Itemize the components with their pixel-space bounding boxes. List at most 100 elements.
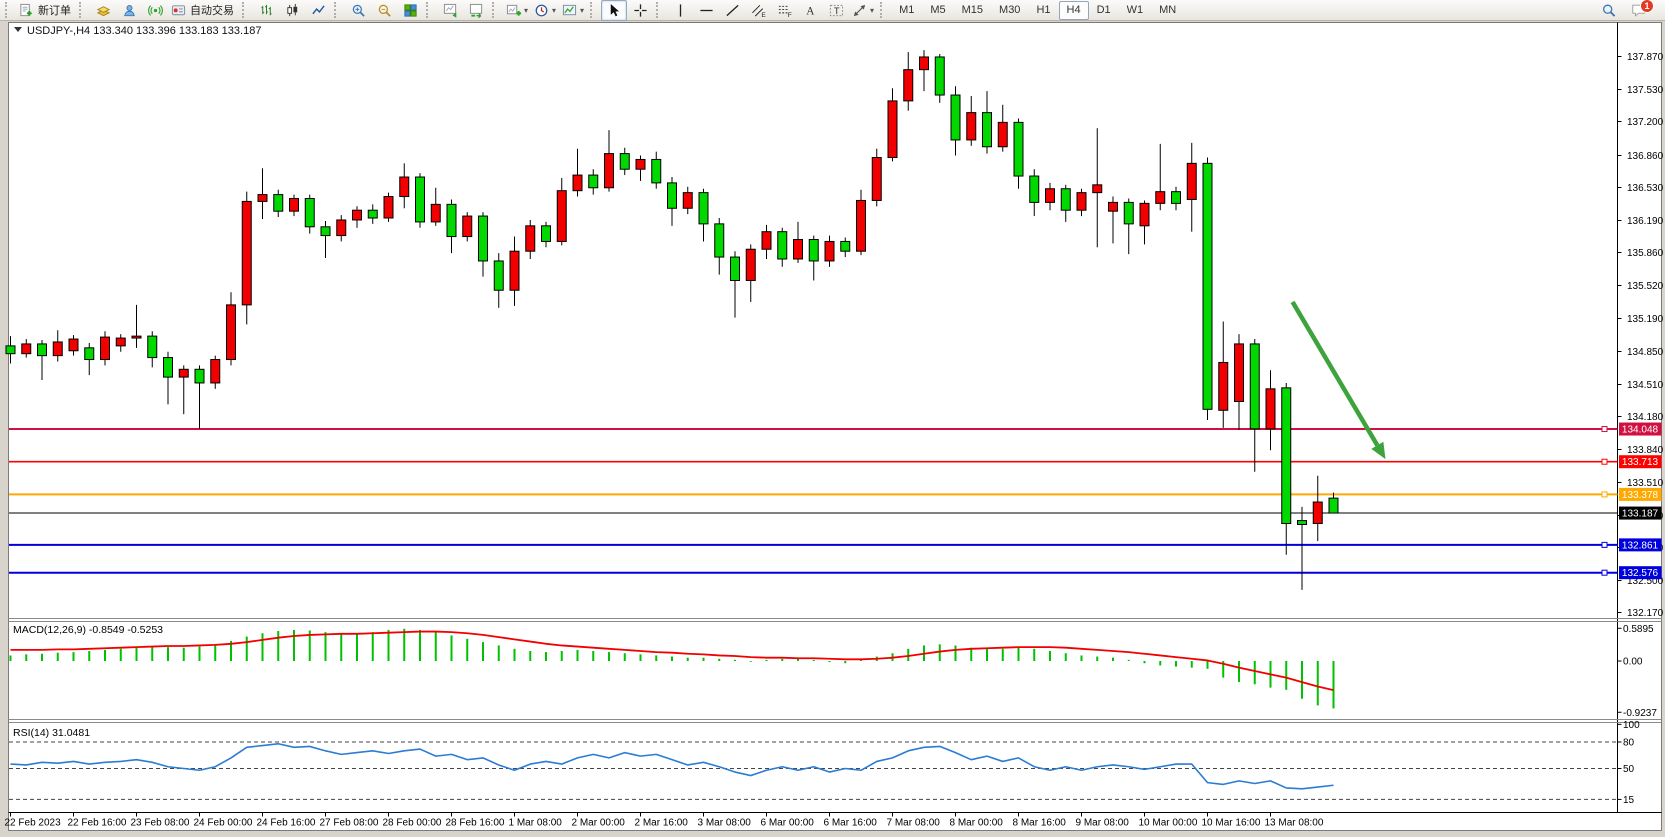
signals-button[interactable] [142, 0, 168, 21]
price-axis-label: 137.530 [1627, 85, 1664, 96]
time-axis-label: 7 Mar 08:00 [887, 818, 941, 829]
line-handle[interactable] [1602, 492, 1607, 497]
zoom-in-button[interactable] [345, 0, 371, 21]
timeframe-m30-button[interactable]: M30 [991, 1, 1028, 20]
price-line-label: 132.861 [1619, 538, 1662, 551]
line-handle[interactable] [1602, 459, 1607, 464]
vertical-line-button[interactable] [667, 0, 693, 21]
search-icon[interactable] [1601, 3, 1617, 18]
auto-scroll-button[interactable] [437, 0, 463, 21]
channel-button[interactable]: E [745, 0, 771, 21]
timeframe-h1-button[interactable]: H1 [1028, 1, 1058, 20]
cursor-icon [607, 3, 622, 18]
candle-body [195, 369, 204, 383]
line-handle[interactable] [1602, 427, 1607, 432]
auto-trading-button[interactable]: 自动交易 [168, 0, 239, 21]
candle-body [148, 336, 157, 357]
candle-body [715, 224, 724, 257]
candle-body [794, 239, 803, 259]
candle-body [683, 193, 692, 209]
label-button[interactable]: T [823, 0, 849, 21]
candle-body [101, 337, 110, 359]
new-order-button[interactable]: 新订单 [16, 0, 76, 21]
cursor-button[interactable] [601, 0, 627, 21]
candle-body [6, 346, 15, 354]
vline-icon [673, 3, 688, 18]
timeframe-h4-button[interactable]: H4 [1059, 1, 1089, 20]
chevron-down-icon: ▾ [870, 6, 874, 15]
tile-windows-button[interactable] [397, 0, 423, 21]
hline-icon [699, 3, 714, 18]
line-handle[interactable] [1602, 542, 1607, 547]
svg-text:F: F [787, 12, 791, 18]
macd-axis-label: 0.00 [1623, 657, 1643, 668]
candle-body [242, 201, 251, 304]
price-axis-label: 133.510 [1627, 478, 1664, 489]
blue-person-icon [122, 3, 137, 18]
price-axis-label: 132.170 [1627, 608, 1664, 619]
candle-body [116, 338, 125, 346]
price-axis-label: 137.200 [1627, 117, 1664, 128]
rsi-axis-label: 15 [1623, 795, 1635, 806]
candle-body [416, 177, 425, 222]
chart-shift-button[interactable] [463, 0, 489, 21]
price-axis-label: 134.850 [1627, 347, 1664, 358]
price-axis-label: 136.860 [1627, 151, 1664, 162]
trendline-button[interactable] [719, 0, 745, 21]
arrows-icon [852, 3, 867, 18]
candle-body [841, 241, 850, 251]
text-button[interactable]: A [797, 0, 823, 21]
fibonacci-button[interactable]: F [771, 0, 797, 21]
time-axis-label: 24 Feb 00:00 [194, 818, 253, 829]
rsi-indicator-label: RSI(14) 31.0481 [13, 727, 90, 739]
notifications-icon[interactable]: 1 [1631, 3, 1647, 18]
candle-body [85, 348, 94, 360]
arrows-button[interactable]: ▾ [849, 0, 877, 21]
new-chart-button[interactable]: ▾ [503, 0, 531, 21]
template-icon [562, 3, 577, 18]
template-button[interactable]: ▾ [559, 0, 587, 21]
chart-area: 137.870137.530137.200136.860136.530136.1… [0, 0, 1665, 837]
macd-indicator-label: MACD(12,26,9) -0.8549 -0.5253 [13, 624, 163, 636]
candle-body [431, 204, 440, 222]
horizontal-line-button[interactable] [693, 0, 719, 21]
candle-body [668, 183, 677, 208]
timeframe-mn-button[interactable]: MN [1151, 1, 1184, 20]
svg-text:134.048: 134.048 [1622, 425, 1659, 436]
toolbar-separator [334, 2, 342, 18]
toolbar-separator [5, 2, 13, 18]
time-axis-label: 6 Mar 00:00 [761, 818, 815, 829]
crosshair-button[interactable] [627, 0, 653, 21]
chart-line-button[interactable] [305, 0, 331, 21]
candle-body [494, 261, 503, 290]
timeframe-w1-button[interactable]: W1 [1119, 1, 1152, 20]
time-axis-label: 2 Mar 00:00 [572, 818, 626, 829]
period-button[interactable]: ▾ [531, 0, 559, 21]
price-axis-label: 135.190 [1627, 314, 1664, 325]
candle-body [746, 249, 755, 280]
timeframe-d1-button[interactable]: D1 [1089, 1, 1119, 20]
trendline-icon [725, 3, 740, 18]
line-handle[interactable] [1602, 570, 1607, 575]
candle-body [463, 216, 472, 236]
rsi-axis-label: 80 [1623, 738, 1635, 749]
chart-bars-button[interactable] [253, 0, 279, 21]
candle-body [920, 57, 929, 70]
community-button[interactable] [116, 0, 142, 21]
price-line-label: 134.048 [1619, 423, 1662, 436]
timeframe-m15-button[interactable]: M15 [954, 1, 991, 20]
toolbar: 新订单自动交易▾▾▾EFAT▾ M1M5M15M30H1H4D1W1MN 1 [0, 0, 1665, 21]
candle-body [1124, 202, 1133, 223]
zoom-out-button[interactable] [371, 0, 397, 21]
notification-badge: 1 [1640, 0, 1654, 13]
candle-body [1046, 189, 1055, 203]
toolbar-separator [590, 2, 598, 18]
time-axis-label: 10 Mar 00:00 [1139, 818, 1198, 829]
timeframe-m1-button[interactable]: M1 [891, 1, 922, 20]
chart-candles-button[interactable] [279, 0, 305, 21]
time-axis-label: 13 Mar 08:00 [1265, 818, 1324, 829]
timeframe-m5-button[interactable]: M5 [922, 1, 953, 20]
toolbar-separator [242, 2, 250, 18]
candle-body [872, 158, 881, 201]
market-button[interactable] [90, 0, 116, 21]
